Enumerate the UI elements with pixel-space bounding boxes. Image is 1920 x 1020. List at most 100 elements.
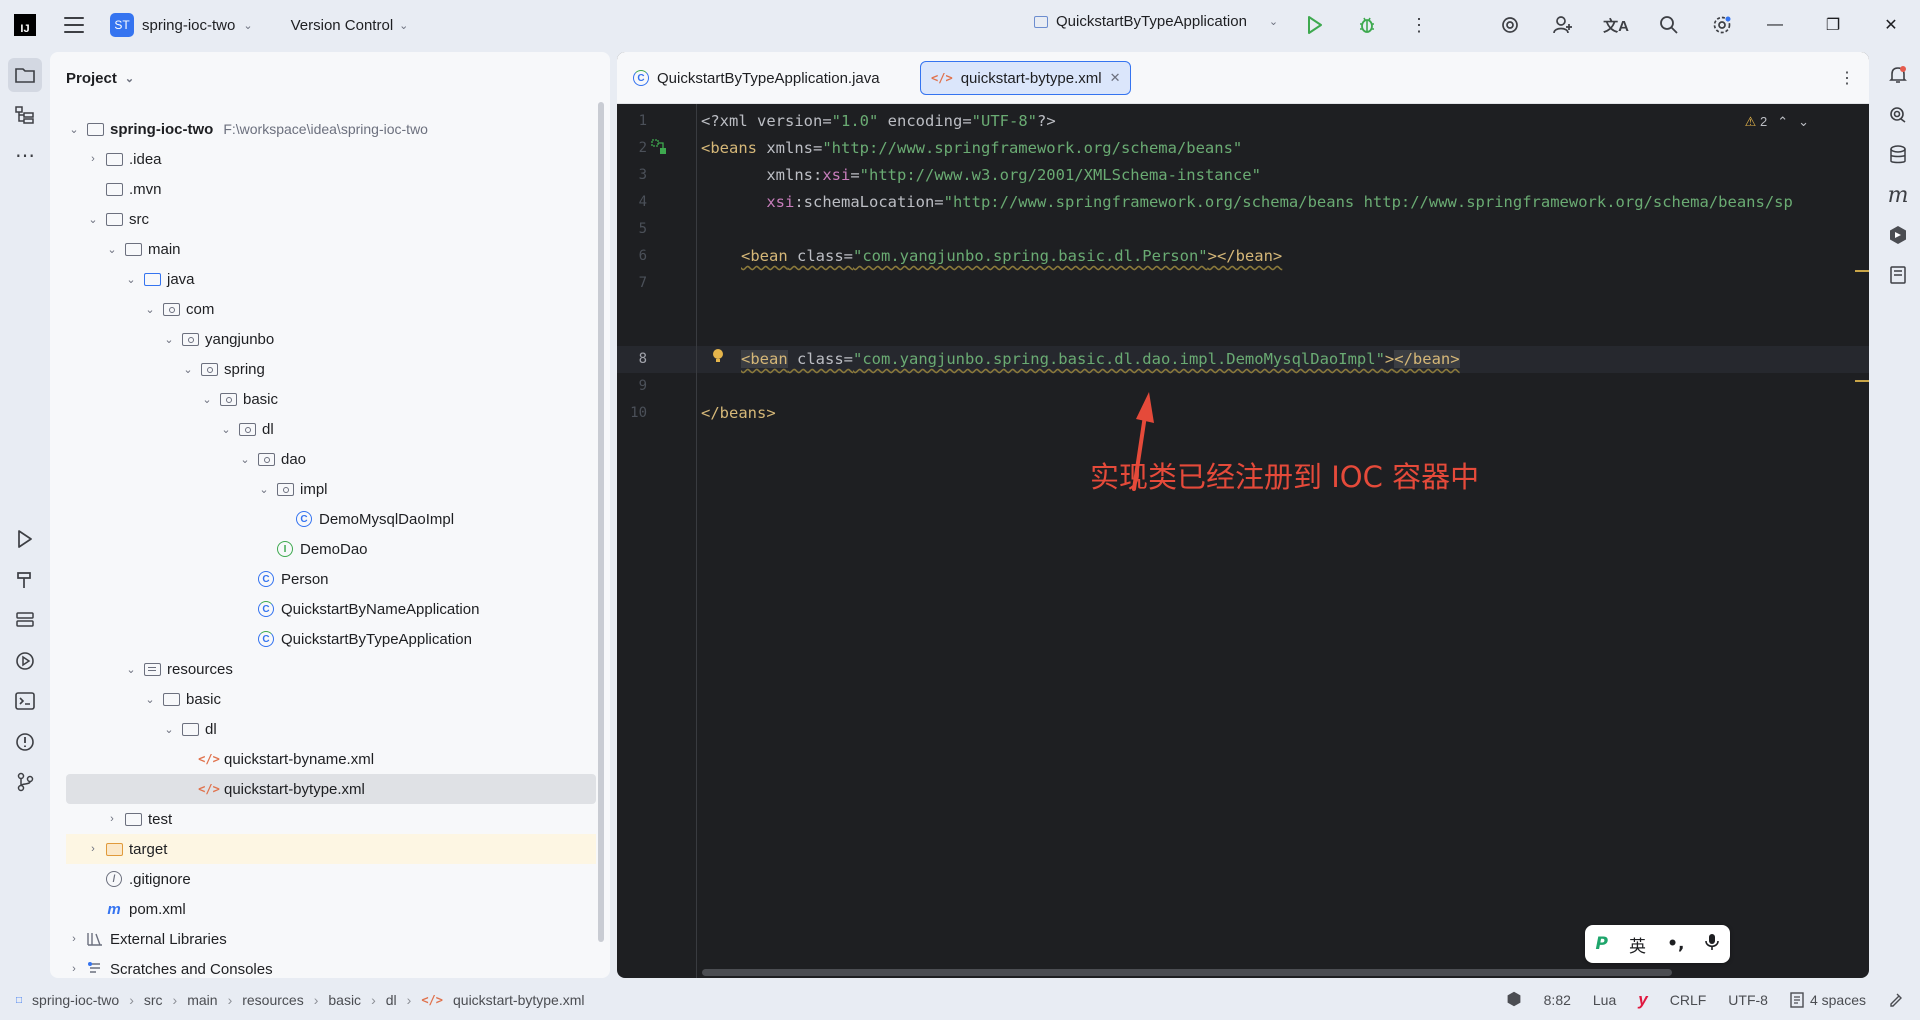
tree-item[interactable]: ⌄ resources xyxy=(66,654,596,684)
maven-tool-icon[interactable]: m xyxy=(1881,178,1915,212)
problems-icon[interactable] xyxy=(8,725,42,759)
translate-icon[interactable]: 文A xyxy=(1601,10,1631,40)
tab-options-icon[interactable]: ⋮ xyxy=(1839,68,1855,88)
tree-item[interactable]: › test xyxy=(66,804,596,834)
build-icon[interactable] xyxy=(8,563,42,597)
tree-item[interactable]: ⌄ spring-ioc-two F:\workspace\idea\sprin… xyxy=(66,114,596,144)
main-menu-icon[interactable] xyxy=(64,17,84,33)
expand-arrow-icon[interactable]: ⌄ xyxy=(123,663,139,676)
expand-arrow-icon[interactable]: ⌄ xyxy=(161,723,177,736)
more-tools-icon[interactable]: ⋯ xyxy=(8,138,42,172)
tree-item[interactable]: › target xyxy=(66,834,596,864)
tree-item[interactable]: ⌄ com xyxy=(66,294,596,324)
tree-item[interactable]: C QuickstartByNameApplication xyxy=(66,594,596,624)
database-icon[interactable] xyxy=(1881,138,1915,172)
file-encoding[interactable]: UTF-8 xyxy=(1728,992,1768,1008)
expand-arrow-icon[interactable]: ⌄ xyxy=(199,393,215,406)
git-icon[interactable] xyxy=(8,765,42,799)
expand-arrow-icon[interactable]: ⌄ xyxy=(180,363,196,376)
tree-item-selected[interactable]: </> quickstart-bytype.xml xyxy=(66,774,596,804)
expand-arrow-icon[interactable]: › xyxy=(66,963,82,975)
breadcrumb-item[interactable]: dl xyxy=(386,992,397,1008)
debug-icon[interactable] xyxy=(1352,10,1382,40)
expand-arrow-icon[interactable]: ⌄ xyxy=(161,333,177,346)
code-area[interactable]: 1 2 3 4 5 6 7 8 9 10 <?xml version="1.0"… xyxy=(617,104,1869,978)
expand-arrow-icon[interactable]: ⌄ xyxy=(85,213,101,226)
tree-item[interactable]: C QuickstartByTypeApplication xyxy=(66,624,596,654)
add-user-icon[interactable] xyxy=(1548,10,1578,40)
expand-arrow-icon[interactable]: › xyxy=(66,933,82,945)
expand-arrow-icon[interactable]: › xyxy=(85,843,101,855)
structure-icon[interactable] xyxy=(8,98,42,132)
project-scrollbar[interactable] xyxy=(598,102,604,942)
mic-icon[interactable] xyxy=(1705,933,1720,956)
tree-item[interactable]: ⌄ spring xyxy=(66,354,596,384)
next-highlight-icon[interactable]: ⌄ xyxy=(1798,114,1809,130)
inspection-widget[interactable]: ⚠ 2 ⌃ ⌄ xyxy=(1745,114,1809,130)
terminal-icon[interactable] xyxy=(8,684,42,718)
expand-arrow-icon[interactable]: › xyxy=(104,813,120,825)
breadcrumb-item[interactable]: src xyxy=(144,992,163,1008)
intention-bulb-icon[interactable] xyxy=(711,348,725,364)
line-separator[interactable]: CRLF xyxy=(1670,992,1707,1008)
caret-position[interactable]: 8:82 xyxy=(1544,992,1571,1008)
run-config-selector[interactable]: QuickstartByTypeApplication ⌄ xyxy=(1034,13,1278,30)
project-tool-icon[interactable] xyxy=(8,58,42,92)
minimize-icon[interactable]: — xyxy=(1746,0,1804,50)
ai-assistant-icon[interactable] xyxy=(1495,10,1525,40)
tree-item[interactable]: C DemoMysqlDaoImpl xyxy=(66,504,596,534)
tree-item[interactable]: C Person xyxy=(66,564,596,594)
language-indicator[interactable]: Lua xyxy=(1593,992,1616,1008)
services-icon[interactable] xyxy=(8,603,42,637)
error-stripe-mark[interactable] xyxy=(1855,380,1869,382)
notifications-bell-icon[interactable] xyxy=(1881,58,1915,92)
tree-item[interactable]: ⌄ basic xyxy=(66,384,596,414)
tree-item[interactable]: ⌄ main xyxy=(66,234,596,264)
close-icon[interactable]: ✕ xyxy=(1862,0,1920,50)
breadcrumb-item[interactable]: resources xyxy=(242,992,303,1008)
restore-icon[interactable]: ❐ xyxy=(1804,0,1862,50)
tab-quickstart-by-type-java[interactable]: C QuickstartByTypeApplication.java xyxy=(623,61,890,95)
expand-arrow-icon[interactable]: ⌄ xyxy=(142,303,158,316)
more-actions-icon[interactable]: ⋮ xyxy=(1404,10,1434,40)
search-icon[interactable] xyxy=(1654,10,1684,40)
ime-logo-icon[interactable]: P xyxy=(1596,934,1608,954)
tree-item[interactable]: › .idea xyxy=(66,144,596,174)
breadcrumb-item[interactable]: basic xyxy=(328,992,361,1008)
expand-arrow-icon[interactable]: ⌄ xyxy=(104,243,120,256)
project-switcher[interactable]: ST spring-ioc-two ⌄ xyxy=(110,13,253,37)
tree-item[interactable]: ⌄ dl xyxy=(66,414,596,444)
tree-item[interactable]: ⌄ impl xyxy=(66,474,596,504)
ime-punct[interactable]: •, xyxy=(1667,934,1684,954)
tree-item[interactable]: I DemoDao xyxy=(66,534,596,564)
settings-gear-icon[interactable] xyxy=(1707,10,1737,40)
tree-item[interactable]: ⌄ dl xyxy=(66,714,596,744)
tree-item[interactable]: .mvn xyxy=(66,174,596,204)
tree-item[interactable]: </> quickstart-byname.xml xyxy=(66,744,596,774)
tree-item[interactable]: / .gitignore xyxy=(66,864,596,894)
tree-item[interactable]: ⌄ yangjunbo xyxy=(66,324,596,354)
ime-mode[interactable]: 英 xyxy=(1629,932,1646,957)
tab-quickstart-bytype-xml[interactable]: </> quickstart-bytype.xml ✕ xyxy=(920,61,1132,95)
tree-item[interactable]: ⌄ java xyxy=(66,264,596,294)
ai-chat-icon[interactable] xyxy=(1881,98,1915,132)
plugin-status-icon[interactable] xyxy=(1506,990,1522,1011)
breadcrumb-item[interactable]: main xyxy=(187,992,217,1008)
error-stripe-mark[interactable] xyxy=(1855,270,1869,272)
tree-item[interactable]: ⌄ src xyxy=(66,204,596,234)
yonyou-icon[interactable]: y xyxy=(1638,990,1647,1010)
plugin-icon[interactable] xyxy=(1881,218,1915,252)
project-panel-header[interactable]: Project ⌄ xyxy=(66,70,134,87)
tree-item[interactable]: ⌄ dao xyxy=(66,444,596,474)
breadcrumb-item[interactable]: quickstart-bytype.xml xyxy=(453,992,584,1008)
expand-arrow-icon[interactable]: ⌄ xyxy=(66,123,82,136)
run-icon[interactable] xyxy=(1300,10,1330,40)
tree-item[interactable]: m pom.xml xyxy=(66,894,596,924)
run-tool-icon[interactable] xyxy=(8,522,42,556)
indent-setting[interactable]: 4 spaces xyxy=(1790,992,1866,1008)
expand-arrow-icon[interactable]: ⌄ xyxy=(256,483,272,496)
bean-gutter-icon[interactable] xyxy=(651,139,667,155)
expand-arrow-icon[interactable]: ⌄ xyxy=(218,423,234,436)
tree-item[interactable]: › External Libraries xyxy=(66,924,596,954)
tree-item[interactable]: ⌄ basic xyxy=(66,684,596,714)
